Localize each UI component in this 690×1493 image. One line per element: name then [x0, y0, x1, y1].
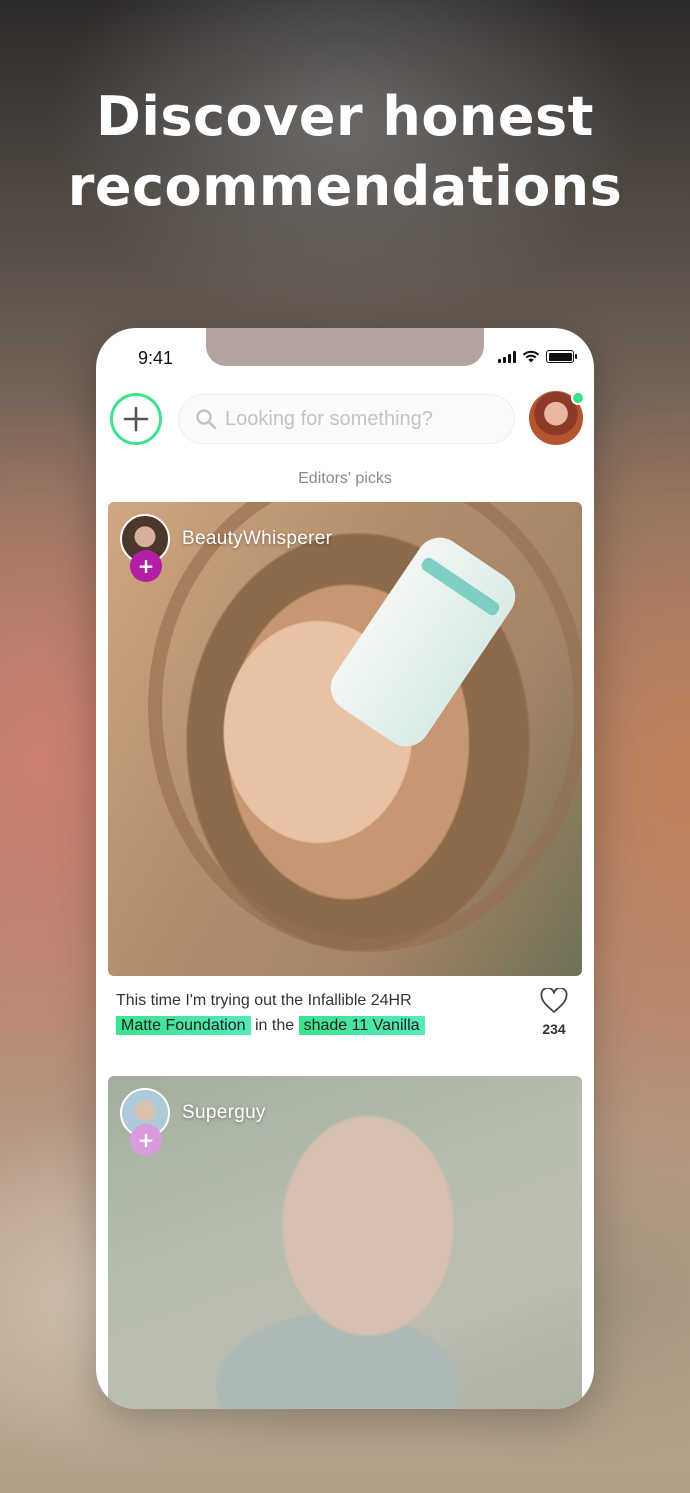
phone-notch — [206, 328, 484, 366]
caption-connector: in the — [254, 1017, 295, 1034]
shade-tag[interactable]: shade 11 Vanilla — [298, 1016, 425, 1035]
search-input[interactable] — [225, 407, 495, 431]
follow-button[interactable]: + — [130, 1124, 162, 1156]
signal-icon — [498, 350, 516, 363]
author-avatar[interactable]: + — [120, 514, 170, 582]
online-status-dot — [571, 391, 585, 405]
heart-icon — [540, 987, 568, 1013]
section-label: Editors' picks — [298, 470, 392, 487]
product-tag[interactable]: Matte Foundation — [116, 1016, 251, 1035]
user-avatar[interactable] — [529, 391, 585, 445]
add-post-button[interactable] — [110, 393, 162, 445]
post-image[interactable] — [108, 502, 582, 976]
like-count: 234 — [542, 1021, 566, 1037]
headline-line-2: recommendations — [67, 155, 623, 218]
like-button[interactable]: 234 — [532, 987, 576, 1037]
author-name[interactable]: BeautyWhisperer — [182, 528, 332, 550]
author-avatar[interactable]: + — [120, 1088, 170, 1156]
post-caption: This time I'm trying out the Infallible … — [116, 988, 536, 1038]
plus-icon — [123, 406, 149, 432]
caption-text: This time I'm trying out the Infallible … — [116, 992, 412, 1009]
battery-icon — [546, 350, 577, 363]
post-author[interactable]: + Superguy — [120, 1088, 266, 1156]
wifi-icon — [522, 350, 540, 363]
author-name[interactable]: Superguy — [182, 1102, 266, 1124]
search-bar[interactable] — [178, 394, 515, 444]
headline-line-1: Discover honest — [96, 85, 594, 148]
search-icon — [196, 409, 217, 430]
follow-button[interactable]: + — [130, 550, 162, 582]
phone-screen: 9:41 Editors' picks + B — [96, 328, 594, 1409]
post-author[interactable]: + BeautyWhisperer — [120, 514, 332, 582]
status-time: 9:41 — [138, 348, 174, 368]
status-icons — [498, 350, 577, 363]
headline: Discover honest recommendations — [0, 82, 690, 222]
